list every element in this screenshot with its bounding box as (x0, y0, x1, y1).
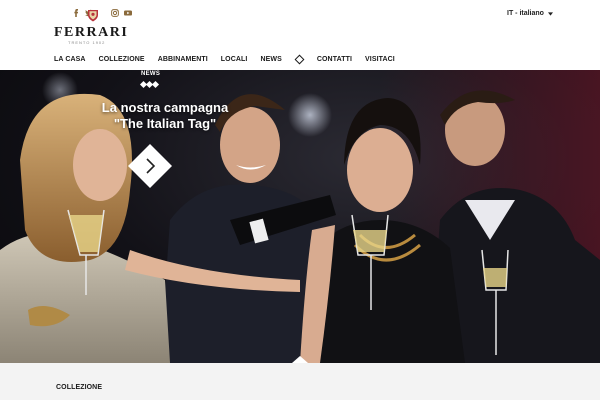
hero-category[interactable]: NEWS (141, 71, 160, 77)
hero-banner[interactable]: NEWS La nostra campagna "The Italian Tag… (0, 70, 600, 363)
hero-title[interactable]: La nostra campagna "The Italian Tag" (70, 100, 260, 132)
section-title: COLLEZIONE (56, 384, 103, 391)
nav-item-la-casa[interactable]: LA CASA (54, 56, 86, 63)
social-links (72, 9, 132, 17)
diamond-home-icon[interactable] (294, 54, 305, 64)
nav-item-locali[interactable]: LOCALI (221, 56, 248, 63)
brand-tagline: TRENTO 1902 (68, 40, 106, 45)
hero-title-line-2: "The Italian Tag" (113, 116, 217, 131)
facebook-icon[interactable] (72, 9, 80, 17)
nav-item-contatti[interactable]: CONTATTI (317, 56, 352, 63)
brand-crest-icon (88, 10, 98, 22)
chevron-right-icon[interactable] (128, 144, 172, 188)
nav-item-abbinamenti[interactable]: ABBINAMENTI (158, 56, 208, 63)
nav-item-visitaci[interactable]: VISITACI (365, 56, 395, 63)
hero-title-line-1: La nostra campagna (101, 100, 229, 115)
hero-diamonds-icon (139, 80, 160, 89)
language-selector[interactable]: IT - italiano (507, 10, 553, 17)
nav-item-news[interactable]: NEWS (260, 56, 281, 63)
brand-logo[interactable]: FERRARI (54, 25, 128, 41)
instagram-icon[interactable] (111, 9, 119, 17)
language-label: IT - italiano (507, 10, 544, 17)
chevron-down-icon (547, 11, 553, 16)
youtube-icon[interactable] (124, 9, 132, 17)
collection-section: COLLEZIONE (0, 363, 600, 400)
main-nav: LA CASA COLLEZIONE ABBINAMENTI LOCALI NE… (54, 53, 408, 65)
nav-item-collezione[interactable]: COLLEZIONE (99, 56, 145, 63)
site-header: FERRARI TRENTO 1902 IT - italiano LA CAS… (0, 0, 600, 70)
